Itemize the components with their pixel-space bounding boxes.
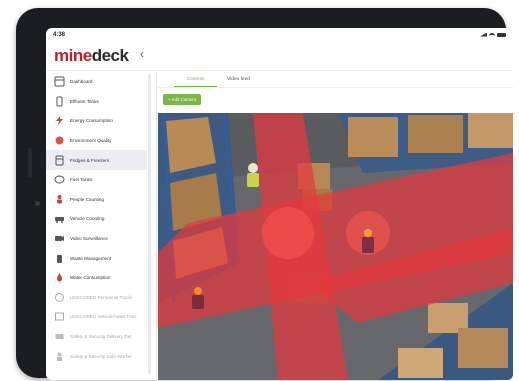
sidebar-item-label: Safety & Security Delivery Det bbox=[70, 334, 132, 340]
sidebar-item-vehicle-counting[interactable]: Vehicle Counting bbox=[46, 209, 147, 229]
delivery-icon bbox=[54, 331, 65, 342]
leaf-icon bbox=[54, 135, 65, 146]
battery-icon bbox=[497, 32, 506, 37]
people-icon bbox=[54, 194, 65, 205]
sidebar-item-safety-security-delivery-det[interactable]: Safety & Security Delivery Det bbox=[46, 327, 147, 347]
signal-icon bbox=[480, 32, 487, 37]
sidebar-nav: Dashboard Effluent Tanks Energy Consumptio… bbox=[46, 72, 156, 366]
sidebar-item-label: Dashboard bbox=[70, 79, 93, 85]
sidebar-item-water-consumption[interactable]: Water Consumption bbox=[46, 268, 147, 288]
sidebar-item-label: Vehicle Counting bbox=[70, 216, 105, 222]
warehouse-scene bbox=[158, 113, 513, 380]
personnel-icon bbox=[54, 292, 65, 303]
tab-video-feed[interactable]: Video feed bbox=[217, 72, 260, 87]
sidebar-item-fridges-freezers[interactable]: Fridges & Freezers bbox=[46, 150, 147, 170]
camera-feed-heatmap[interactable] bbox=[158, 113, 513, 380]
energy-icon bbox=[54, 115, 65, 126]
app-screen: 4:38 mine deck ‹ Dashboard Effluent Tanks E… bbox=[46, 28, 513, 380]
sidebar-item-dashboard[interactable]: Dashboard bbox=[46, 72, 147, 92]
asset-icon bbox=[54, 311, 65, 322]
sidebar-item-label: Fuel Tanks bbox=[70, 177, 93, 183]
sidebar-item-label: UNSCORED Vehicle/Asset Traci bbox=[70, 314, 137, 320]
water-icon bbox=[54, 272, 65, 283]
sidebar-item-label: Energy Consumption bbox=[70, 118, 113, 124]
worker-icon bbox=[54, 351, 65, 362]
sidebar-item-label: Fridges & Freezers bbox=[70, 157, 110, 163]
tablet-frame: 4:38 mine deck ‹ Dashboard Effluent Tanks E… bbox=[16, 8, 513, 380]
fridge-icon bbox=[54, 155, 65, 166]
main-content: Controls Video feed + Add Camera bbox=[158, 72, 513, 380]
sidebar-item-label: Waste Management bbox=[70, 255, 111, 261]
status-bar: 4:38 bbox=[46, 28, 513, 41]
add-camera-button[interactable]: + Add Camera bbox=[163, 93, 202, 105]
toolbar: + Add Camera bbox=[158, 88, 513, 110]
sidebar-item-label: Effluent Tanks bbox=[70, 98, 99, 104]
camera-icon bbox=[54, 233, 65, 244]
sidebar-item-label: Safety & Security Safe Worker bbox=[70, 353, 132, 359]
sidebar-item-waste-management[interactable]: Waste Management bbox=[46, 248, 147, 268]
app-header: mine deck ‹ bbox=[46, 41, 513, 71]
sidebar: Dashboard Effluent Tanks Energy Consumptio… bbox=[46, 72, 157, 380]
device-camera bbox=[35, 201, 40, 206]
tab-bar: Controls Video feed bbox=[158, 72, 513, 88]
logo-mine: mine bbox=[54, 45, 92, 65]
sidebar-item-safety-security-safe-worker[interactable]: Safety & Security Safe Worker bbox=[46, 346, 147, 366]
status-time: 4:38 bbox=[53, 31, 66, 38]
logo-deck: deck bbox=[91, 45, 129, 65]
sidebar-item-label: Video Surveillance bbox=[70, 236, 108, 242]
bin-icon bbox=[54, 253, 65, 264]
device-button bbox=[28, 148, 32, 178]
sidebar-item-label: Water Consumption bbox=[70, 275, 111, 281]
app-logo[interactable]: mine deck bbox=[54, 45, 129, 66]
status-icons bbox=[480, 32, 506, 37]
sidebar-item-environment-quality[interactable]: Environment Quality bbox=[46, 131, 147, 151]
sidebar-item-label: Environment Quality bbox=[70, 138, 112, 144]
sidebar-item-unscored-vehicle-asset-traci[interactable]: UNSCORED Vehicle/Asset Traci bbox=[46, 307, 147, 327]
tank-icon bbox=[54, 96, 65, 107]
tab-controls[interactable]: Controls bbox=[174, 72, 217, 87]
sidebar-item-label: UNSCORED Personnel Tracki bbox=[70, 294, 132, 300]
sidebar-item-people-counting[interactable]: People Counting bbox=[46, 190, 147, 210]
vehicle-icon bbox=[54, 213, 65, 224]
wifi-icon bbox=[489, 32, 495, 37]
sidebar-scrollbar[interactable] bbox=[148, 74, 151, 374]
sidebar-item-label: People Counting bbox=[70, 196, 104, 202]
sidebar-item-energy-consumption[interactable]: Energy Consumption bbox=[46, 111, 147, 131]
sidebar-item-effluent-tanks[interactable]: Effluent Tanks bbox=[46, 92, 147, 112]
sidebar-item-unscored-personnel-tracki[interactable]: UNSCORED Personnel Tracki bbox=[46, 288, 147, 308]
sidebar-item-fuel-tanks[interactable]: Fuel Tanks bbox=[46, 170, 147, 190]
sidebar-item-video-surveillance[interactable]: Video Surveillance bbox=[46, 229, 147, 249]
dashboard-icon bbox=[54, 76, 65, 87]
fuel-icon bbox=[54, 174, 65, 185]
chevron-left-icon[interactable]: ‹ bbox=[140, 47, 144, 61]
